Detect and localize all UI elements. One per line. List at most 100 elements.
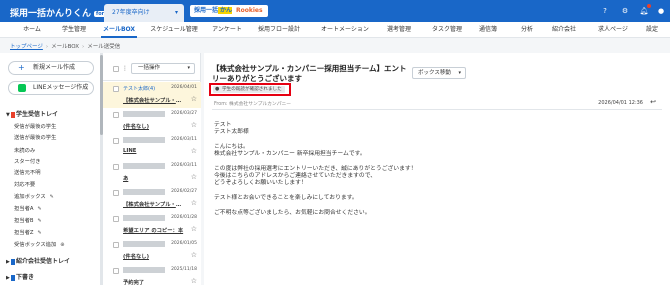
- redacted-sender: [123, 215, 165, 221]
- sidebar-item-add-inbox[interactable]: 受信ボックス追加 ⊕: [0, 240, 100, 250]
- help-icon[interactable]: ?: [600, 6, 610, 16]
- nav-survey[interactable]: アンケート: [210, 22, 244, 38]
- sidebar-item-person-b[interactable]: 担当者B ✎: [0, 216, 100, 226]
- box-move-dropdown[interactable]: ボックス移動 ▾: [412, 67, 466, 79]
- read-confirmation-text: 学生の既読が確認されました: [222, 87, 282, 92]
- row-subject: 【株式会社サンプル・カンパ: [123, 202, 185, 208]
- mail-list-item[interactable]: 2026/03/27 (件名なし) ☆: [103, 108, 201, 135]
- row-date: 2026/03/11: [171, 137, 197, 142]
- read-confirmation-badge: ● 学生の既読が確認されました: [213, 86, 285, 93]
- sidebar-item-unknown-sender[interactable]: 送信元不明: [0, 168, 100, 178]
- app-logo[interactable]: 採用一括かんりくんfor 新卒: [10, 6, 118, 19]
- rookies-product-link[interactable]: Rookies: [232, 5, 267, 17]
- chevron-right-icon: ▶: [6, 259, 10, 265]
- nav-agencies[interactable]: 紹介会社: [549, 22, 579, 38]
- row-date: 2026/01/05: [171, 241, 197, 246]
- row-checkbox[interactable]: [113, 86, 119, 92]
- graduation-year-selector[interactable]: 27年度卒向け ▾: [104, 4, 184, 22]
- nav-mailbox[interactable]: メールBOX: [101, 22, 137, 38]
- chevron-down-icon: ▾: [174, 9, 178, 16]
- star-icon[interactable]: ☆: [191, 251, 197, 259]
- nav-students[interactable]: 学生管理: [58, 22, 90, 38]
- nav-selection[interactable]: 選考管理: [383, 22, 415, 38]
- plus-circle-icon[interactable]: ⊕: [60, 242, 64, 248]
- row-checkbox[interactable]: [113, 190, 119, 196]
- pencil-icon[interactable]: ✎: [38, 218, 42, 224]
- year-tab-label: 27年度卒向け: [112, 9, 150, 16]
- star-icon[interactable]: ☆: [191, 121, 197, 129]
- mail-list-item[interactable]: 2025/11/18 予約完了 ☆: [103, 264, 201, 285]
- sidebar-item-last-received[interactable]: 受信が最後の学生: [0, 122, 100, 132]
- mail-list-item[interactable]: 2026/03/11 あ ☆: [103, 160, 201, 187]
- brand2-prefix: 採用一括: [194, 7, 219, 14]
- main-nav: ホーム 学生管理 メールBOX スケジュール管理 アンケート 採用フロー設計 オ…: [0, 22, 670, 38]
- mail-list-item[interactable]: 2026/03/11 LINE ☆: [103, 134, 201, 161]
- sidebar-item-starred[interactable]: スター付き: [0, 157, 100, 167]
- sidebar-item-person-a[interactable]: 担当者A ✎: [0, 204, 100, 214]
- nav-report-card[interactable]: 通信簿: [476, 22, 500, 38]
- user-menu-icon[interactable]: ●: [656, 6, 666, 16]
- mail-list-item[interactable]: 2026/01/05 (件名なし) ☆: [103, 238, 201, 265]
- row-checkbox[interactable]: [113, 164, 119, 170]
- drafts-label: 下書き: [16, 274, 35, 281]
- star-icon[interactable]: ☆: [191, 277, 197, 285]
- star-icon[interactable]: ☆: [191, 199, 197, 207]
- mail-body-line: テスト太郎様: [214, 129, 249, 135]
- row-subject: 予約完了: [123, 280, 145, 285]
- extra-box-label: 追加ボックス: [14, 194, 46, 200]
- select-all-checkbox[interactable]: [113, 66, 119, 72]
- row-date: 2026/04/01: [171, 85, 197, 90]
- redacted-sender: [123, 189, 165, 195]
- sidebar-item-last-sent[interactable]: 送信が最後の学生: [0, 133, 100, 143]
- sidebar-item-no-action[interactable]: 対応不要: [0, 180, 100, 190]
- bulk-action-select[interactable]: 一括操作 ▾: [131, 63, 195, 74]
- star-icon[interactable]: ☆: [191, 173, 197, 181]
- star-icon[interactable]: ☆: [191, 225, 197, 233]
- more-options-icon[interactable]: ⋮: [122, 65, 128, 72]
- redacted-sender: [123, 267, 165, 273]
- row-checkbox[interactable]: [113, 216, 119, 222]
- nav-home[interactable]: ホーム: [18, 22, 46, 38]
- top-bar: 採用一括かんりくんfor 新卒 27年度卒向け▾ 採用一括かんりくん中途 Roo…: [0, 0, 670, 22]
- row-subject: LINE: [123, 148, 137, 154]
- nav-settings[interactable]: 設定: [644, 22, 660, 38]
- mail-subject-title: 【株式会社サンプル・カンパニー採用担当チーム】エントリーありがとうございます: [212, 64, 407, 83]
- student-tray-header[interactable]: ▼ 学生受信トレイ: [0, 109, 100, 121]
- nav-tasks[interactable]: タスク管理: [428, 22, 466, 38]
- row-checkbox[interactable]: [113, 112, 119, 118]
- nav-flow-design[interactable]: 採用フロー設計: [256, 22, 302, 38]
- sidebar-item-person-z[interactable]: 担当者Z ✎: [0, 228, 100, 238]
- row-checkbox[interactable]: [113, 268, 119, 274]
- nav-schedule[interactable]: スケジュール管理: [148, 22, 200, 38]
- nav-job-page[interactable]: 求人ページ: [596, 22, 630, 38]
- breadcrumb-mailbox[interactable]: メールBOX: [51, 44, 79, 50]
- pencil-icon[interactable]: ✎: [38, 230, 42, 236]
- nav-analytics[interactable]: 分析: [520, 22, 534, 38]
- drafts-header[interactable]: ▶ 下書き: [0, 272, 100, 284]
- row-checkbox[interactable]: [113, 138, 119, 144]
- nav-automation[interactable]: オートメーション: [318, 22, 372, 38]
- pencil-icon[interactable]: ✎: [50, 194, 54, 200]
- new-mail-button[interactable]: + 新規メール作成: [8, 61, 94, 75]
- mail-date: 2026/04/01 12:36: [598, 100, 643, 106]
- sidebar-item-unread[interactable]: 未読のみ: [0, 146, 100, 156]
- tray-marker-icon: [11, 259, 15, 265]
- sidebar-item-extra-box[interactable]: 追加ボックス ✎: [0, 192, 100, 202]
- mail-list-item[interactable]: 2026/01/28 希望エリア のコピー：本 ☆: [103, 212, 201, 239]
- mail-list-item[interactable]: 2026/02/27 【株式会社サンプル・カンパ ☆: [103, 186, 201, 213]
- reply-icon[interactable]: ↩: [650, 98, 656, 106]
- row-checkbox[interactable]: [113, 242, 119, 248]
- mail-list-item[interactable]: テスト太郎(4) 2026/04/01 【株式会社サンプル・カンパ ☆: [103, 82, 201, 109]
- row-subject: 希望エリア のコピー：本: [123, 228, 184, 234]
- new-line-message-button[interactable]: LINEメッセージ作成: [8, 81, 94, 95]
- star-icon[interactable]: ☆: [191, 95, 197, 103]
- star-icon[interactable]: ☆: [191, 147, 197, 155]
- row-date: 2026/02/27: [171, 189, 197, 194]
- agency-tray-header[interactable]: ▶ 紹介会社受信トレイ: [0, 256, 100, 268]
- breadcrumb-home[interactable]: トップページ: [10, 44, 43, 50]
- row-sender: テスト太郎(4): [123, 86, 156, 92]
- pencil-icon[interactable]: ✎: [38, 206, 42, 212]
- breadcrumb: トップページ › メールBOX › メール送受信: [10, 42, 120, 50]
- settings-icon[interactable]: ⚙: [620, 6, 630, 16]
- bell-icon[interactable]: 🔔︎: [639, 4, 651, 16]
